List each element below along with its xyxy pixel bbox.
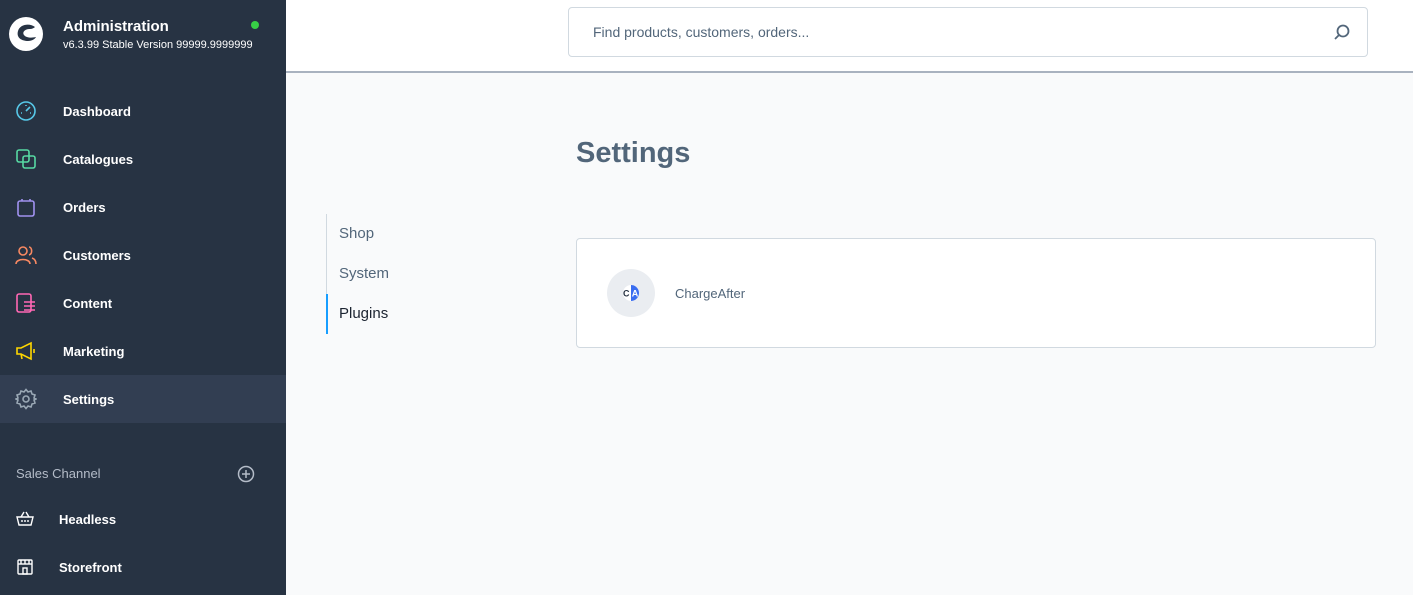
megaphone-icon [16,341,35,361]
tab-plugins[interactable]: Plugins [326,294,476,334]
svg-text:C: C [623,289,630,299]
main-nav: Dashboard Catalogues Orders Customers Co… [0,87,286,423]
sidebar-item-label: Settings [63,391,115,407]
content-icon [16,293,35,313]
tab-system[interactable]: System [327,254,476,294]
sidebar-item-dashboard[interactable]: Dashboard [0,87,286,135]
sidebar-item-customers[interactable]: Customers [0,231,286,279]
sales-channel-label: Headless [59,512,117,527]
sidebar-item-label: Customers [63,247,131,263]
shopping-bag-icon [17,199,35,217]
sidebar-item-label: Orders [63,199,106,215]
shopware-logo-icon[interactable] [8,16,44,52]
brand-header: Administration v6.3.99 Stable Version 99… [0,0,286,72]
basket-icon [16,511,34,526]
search-input[interactable] [569,8,1329,56]
global-search [568,7,1368,57]
svg-text:A: A [632,289,639,299]
sales-channel-header: Sales Channel [16,466,101,481]
status-indicator [251,21,259,29]
sidebar-item-label: Dashboard [63,103,131,119]
settings-tabs: Shop System Plugins [326,214,476,334]
catalogue-icon [16,149,36,169]
sidebar-item-label: Marketing [63,343,125,359]
app-title: Administration [63,18,169,35]
sales-channel-item-storefront[interactable]: Storefront [0,543,286,591]
sidebar-item-label: Catalogues [63,151,134,167]
sales-channel-label: Storefront [59,560,122,575]
top-bar [286,0,1413,73]
sidebar-item-settings[interactable]: Settings [0,375,286,423]
sales-channel-item-headless[interactable]: Headless [0,495,286,543]
plugin-label: ChargeAfter [675,285,746,301]
storefront-icon [17,559,33,575]
sidebar-item-label: Content [63,295,113,311]
sidebar-item-content[interactable]: Content [0,279,286,327]
search-icon[interactable] [1333,23,1351,41]
sidebar: Administration v6.3.99 Stable Version 99… [0,0,286,595]
page-title: Settings [576,137,691,169]
app-version: v6.3.99 Stable Version 99999.9999999 [63,39,253,51]
gauge-icon [16,101,36,121]
sidebar-item-catalogues[interactable]: Catalogues [0,135,286,183]
plugins-card: C A ChargeAfter [576,238,1376,348]
users-icon [15,246,37,265]
tab-shop[interactable]: Shop [327,214,476,254]
plus-circle-icon[interactable] [237,465,255,483]
plugin-item-chargeafter[interactable]: C A ChargeAfter [607,269,745,317]
gear-icon [15,388,37,410]
chargeafter-logo-icon: C A [607,269,655,317]
sidebar-item-marketing[interactable]: Marketing [0,327,286,375]
sidebar-item-orders[interactable]: Orders [0,183,286,231]
